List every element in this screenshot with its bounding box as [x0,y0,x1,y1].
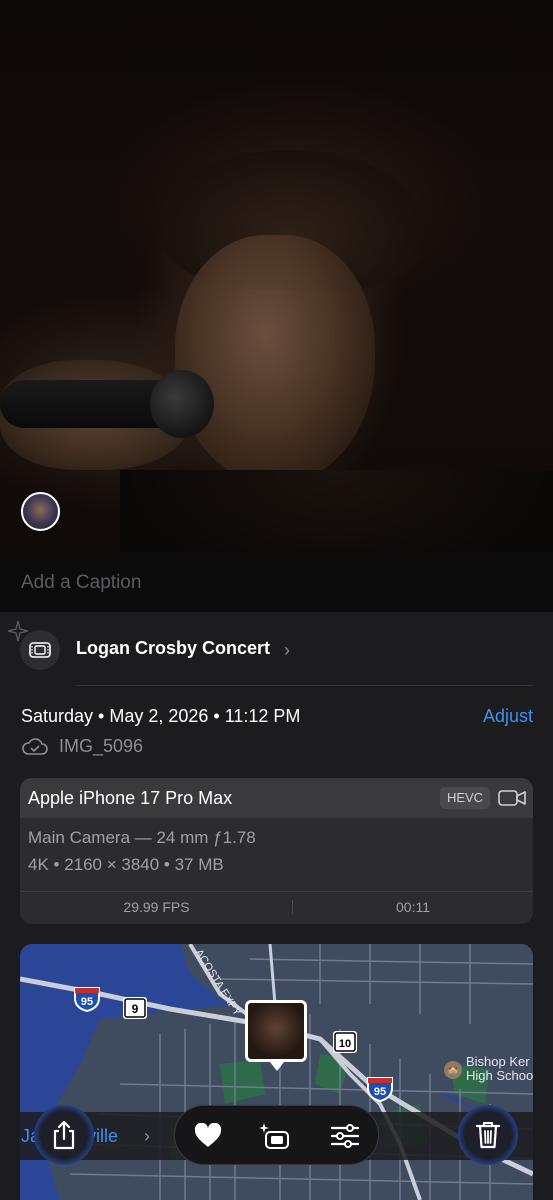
caption-field[interactable]: Add a Caption [21,572,141,594]
photo-face [175,235,375,485]
state-route-10-shield-icon: 10 [333,1031,357,1053]
memory-button[interactable] [20,630,60,670]
delete-button[interactable] [458,1105,518,1165]
device-name: Apple iPhone 17 Pro Max [28,788,233,808]
svg-text:95: 95 [81,996,93,1008]
format-badge: HEVC [440,787,490,809]
share-icon [53,1120,75,1150]
poi-label: Bishop Ker High Schoo [466,1054,534,1083]
school-icon: 🏫 [444,1061,462,1079]
lens-info: Main Camera — 24 mm ƒ1.78 [28,828,256,847]
photo-microphone-head [150,370,214,438]
trash-icon [475,1122,501,1149]
pin-pointer [270,1062,284,1071]
video-camera-icon [498,790,526,806]
create-memory-button[interactable] [257,1119,291,1153]
icloud-icon [22,738,48,755]
svg-text:10: 10 [339,1038,351,1050]
detected-person-avatar[interactable] [21,492,60,531]
chevron-right-icon: › [284,640,290,660]
sliders-icon [331,1124,359,1148]
divider [76,685,533,686]
share-button[interactable] [34,1105,94,1165]
file-name: IMG_5096 [59,736,144,756]
photo-toolbar [174,1105,379,1165]
svg-text:95: 95 [374,1086,386,1098]
memory-title[interactable]: Logan Crosby Concert [76,638,270,659]
favorite-button[interactable] [191,1119,225,1153]
photo-view[interactable] [0,0,553,552]
interstate-95-shield-icon: 95 [74,987,100,1012]
divider [20,891,533,892]
heart-icon [194,1123,222,1147]
video-specs: 4K • 2160 × 3840 • 37 MB [28,855,224,874]
film-ticket-icon [29,642,51,658]
svg-text:9: 9 [132,1002,139,1016]
photo-location-pin[interactable] [245,1000,307,1062]
edit-button[interactable] [328,1119,362,1153]
chevron-right-icon: › [144,1126,150,1146]
frame-rate: 29.99 FPS [123,899,190,915]
capture-date: Saturday • May 2, 2026 • 11:12 PM [21,706,301,726]
memory-movie-icon [259,1123,289,1149]
state-route-9-shield-icon: 9 [123,997,147,1019]
interstate-95-shield-icon: 95 [367,1077,393,1102]
camera-info-card: Apple iPhone 17 Pro Max HEVC Main Camera… [20,778,533,924]
adjust-date-button[interactable]: Adjust [483,706,533,727]
video-duration: 00:11 [396,899,430,915]
photo-shirt [120,470,553,552]
